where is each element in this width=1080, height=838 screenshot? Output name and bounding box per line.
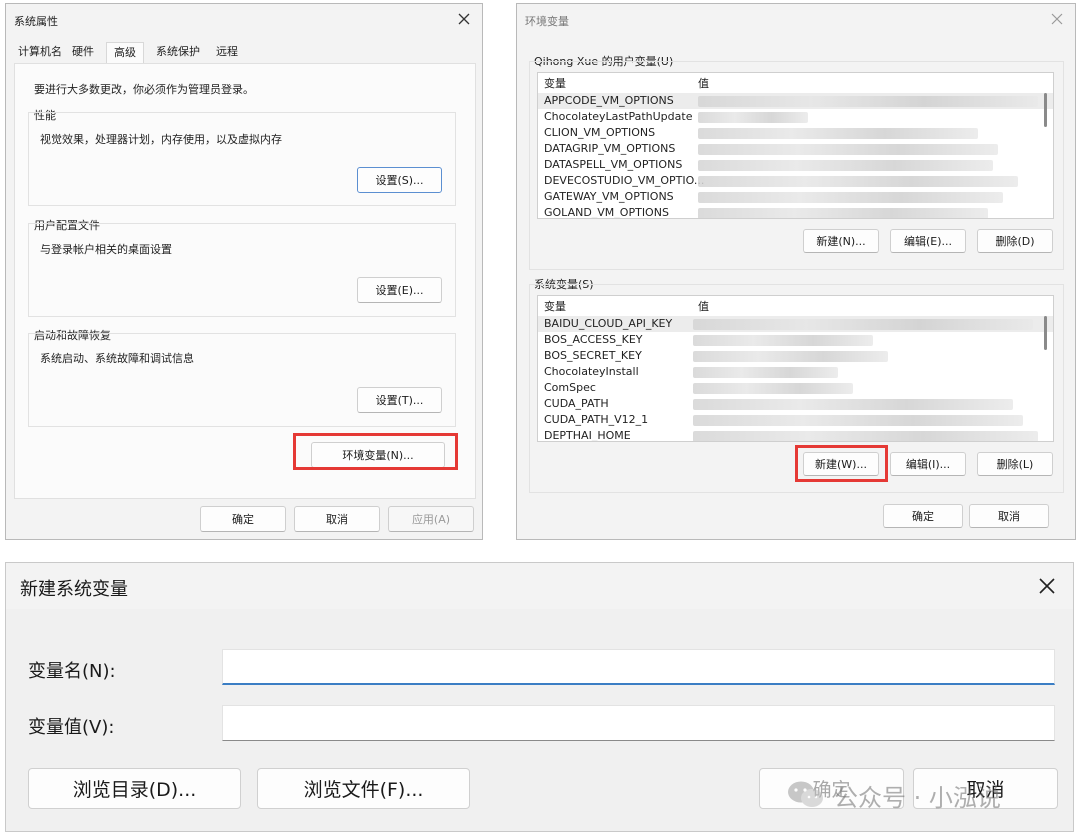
variable-name: CLION_VM_OPTIONS — [544, 126, 656, 139]
blurred-value — [698, 112, 808, 123]
blurred-value — [693, 367, 838, 378]
window-title: 环境变量 — [525, 15, 569, 28]
tab-system-protection[interactable]: 系统保护 — [156, 42, 200, 62]
tab-hardware[interactable]: 硬件 — [72, 42, 94, 62]
variable-name: BOS_ACCESS_KEY — [544, 333, 643, 346]
admin-notice: 要进行大多数更改，你必须作为管理员登录。 — [34, 83, 254, 96]
system-edit-button[interactable]: 编辑(I)... — [890, 452, 966, 476]
scrollbar[interactable] — [1044, 316, 1047, 350]
table-row[interactable]: DATAGRIP_VM_OPTIONS — [538, 141, 1053, 157]
variable-name-label: 变量名(N): — [28, 661, 116, 682]
table-row[interactable]: GOLAND_VM_OPTIONS — [538, 205, 1053, 219]
column-header-variable[interactable]: 变量 — [544, 75, 566, 91]
browse-file-button[interactable]: 浏览文件(F)... — [257, 768, 470, 809]
variable-name: GOLAND_VM_OPTIONS — [544, 206, 669, 219]
ok-button[interactable]: 确定 — [883, 504, 963, 528]
startup-recovery-settings-button[interactable]: 设置(T)... — [357, 387, 442, 413]
variable-name: DATAGRIP_VM_OPTIONS — [544, 142, 676, 155]
user-variables-list[interactable]: 变量 值 APPCODE_VM_OPTIONS ChocolateyLastPa… — [537, 72, 1054, 219]
table-row[interactable]: DEVECOSTUDIO_VM_OPTIO... — [538, 173, 1053, 189]
table-row[interactable]: CUDA_PATH_V12_1 — [538, 412, 1053, 428]
blurred-value — [693, 415, 1023, 426]
title-bar: 系统属性 — [6, 4, 482, 36]
watermark-text: 公众号 · 小泓说 — [834, 783, 1001, 812]
user-delete-button[interactable]: 删除(D) — [977, 229, 1053, 253]
variable-name: CUDA_PATH_V12_1 — [544, 413, 649, 426]
user-new-button[interactable]: 新建(N)... — [803, 229, 879, 253]
blurred-value — [698, 160, 993, 171]
variable-name: GATEWAY_VM_OPTIONS — [544, 190, 674, 203]
table-row[interactable]: DEPTHAI_HOME — [538, 428, 1053, 442]
blurred-value — [698, 128, 978, 139]
blurred-value — [693, 383, 853, 394]
variable-name: APPCODE_VM_OPTIONS — [544, 94, 674, 107]
cancel-button[interactable]: 取消 — [294, 506, 380, 532]
blurred-value — [693, 399, 1013, 410]
variable-value-label: 变量值(V): — [28, 717, 115, 738]
variable-name: DEPTHAI_HOME — [544, 429, 631, 442]
blurred-value — [698, 208, 988, 218]
blurred-value — [698, 176, 1018, 187]
startup-recovery-desc: 系统启动、系统故障和调试信息 — [40, 352, 194, 365]
ok-button[interactable]: 确定 — [200, 506, 286, 532]
close-icon[interactable] — [1037, 576, 1057, 596]
table-row[interactable]: ChocolateyInstall — [538, 364, 1053, 380]
column-header-variable[interactable]: 变量 — [544, 298, 566, 314]
blurred-value — [698, 96, 1038, 107]
system-variables-list[interactable]: 变量 值 BAIDU_CLOUD_API_KEY BOS_ACCESS_KEY … — [537, 295, 1054, 442]
title-bar: 环境变量 — [517, 4, 1075, 36]
table-row[interactable]: BOS_SECRET_KEY — [538, 348, 1053, 364]
table-row[interactable]: CUDA_PATH — [538, 396, 1053, 412]
performance-settings-button[interactable]: 设置(S)... — [357, 167, 442, 193]
wechat-icon — [786, 779, 826, 811]
table-row[interactable]: CLION_VM_OPTIONS — [538, 125, 1053, 141]
user-profiles-settings-button[interactable]: 设置(E)... — [357, 277, 442, 303]
dialog-title: 新建系统变量 — [20, 579, 128, 600]
table-row[interactable]: GATEWAY_VM_OPTIONS — [538, 189, 1053, 205]
blurred-value — [693, 431, 1038, 441]
tab-advanced[interactable]: 高级 — [106, 42, 144, 63]
tab-computer-name[interactable]: 计算机名 — [18, 42, 62, 62]
tab-remote[interactable]: 远程 — [216, 42, 238, 62]
scrollbar[interactable] — [1044, 93, 1047, 127]
blurred-value — [698, 144, 998, 155]
blurred-value — [693, 319, 1033, 330]
variable-name: CUDA_PATH — [544, 397, 609, 410]
table-row[interactable]: BOS_ACCESS_KEY — [538, 332, 1053, 348]
blurred-value — [693, 351, 888, 362]
user-profiles-desc: 与登录帐户相关的桌面设置 — [40, 243, 172, 256]
highlight-environment-variables — [293, 433, 458, 470]
watermark: 公众号 · 小泓说 — [786, 775, 1001, 815]
system-delete-button[interactable]: 删除(L) — [977, 452, 1053, 476]
variable-name: ChocolateyInstall — [544, 365, 639, 378]
variable-name: BOS_SECRET_KEY — [544, 349, 642, 362]
variable-name: DEVECOSTUDIO_VM_OPTIO... — [544, 174, 705, 187]
column-header-value[interactable]: 值 — [698, 75, 709, 91]
variable-name-input[interactable] — [222, 649, 1055, 685]
title-bar: 新建系统变量 — [6, 563, 1073, 609]
variable-value-input[interactable] — [222, 705, 1055, 741]
browse-directory-button[interactable]: 浏览目录(D)... — [28, 768, 241, 809]
apply-button[interactable]: 应用(A) — [388, 506, 474, 532]
table-row[interactable]: ChocolateyLastPathUpdate — [538, 109, 1053, 125]
table-row[interactable]: ComSpec — [538, 380, 1053, 396]
variable-name: ComSpec — [544, 381, 596, 394]
close-icon[interactable] — [1049, 11, 1065, 27]
user-edit-button[interactable]: 编辑(E)... — [890, 229, 966, 253]
table-row[interactable]: BAIDU_CLOUD_API_KEY — [538, 316, 1053, 332]
table-row[interactable]: APPCODE_VM_OPTIONS — [538, 93, 1053, 109]
highlight-system-new-button — [795, 445, 888, 482]
table-row[interactable]: DATASPELL_VM_OPTIONS — [538, 157, 1053, 173]
variable-name: BAIDU_CLOUD_API_KEY — [544, 317, 673, 330]
column-header-value[interactable]: 值 — [698, 298, 709, 314]
cancel-button[interactable]: 取消 — [969, 504, 1049, 528]
window-title: 系统属性 — [14, 15, 58, 28]
tab-strip: 计算机名 硬件 高级 系统保护 远程 — [14, 42, 476, 64]
blurred-value — [693, 335, 873, 346]
blurred-value — [698, 192, 1003, 203]
variable-name: DATASPELL_VM_OPTIONS — [544, 158, 683, 171]
variable-name: ChocolateyLastPathUpdate — [544, 110, 693, 123]
performance-desc: 视觉效果，处理器计划，内存使用，以及虚拟内存 — [40, 133, 282, 146]
close-icon[interactable] — [456, 11, 472, 27]
